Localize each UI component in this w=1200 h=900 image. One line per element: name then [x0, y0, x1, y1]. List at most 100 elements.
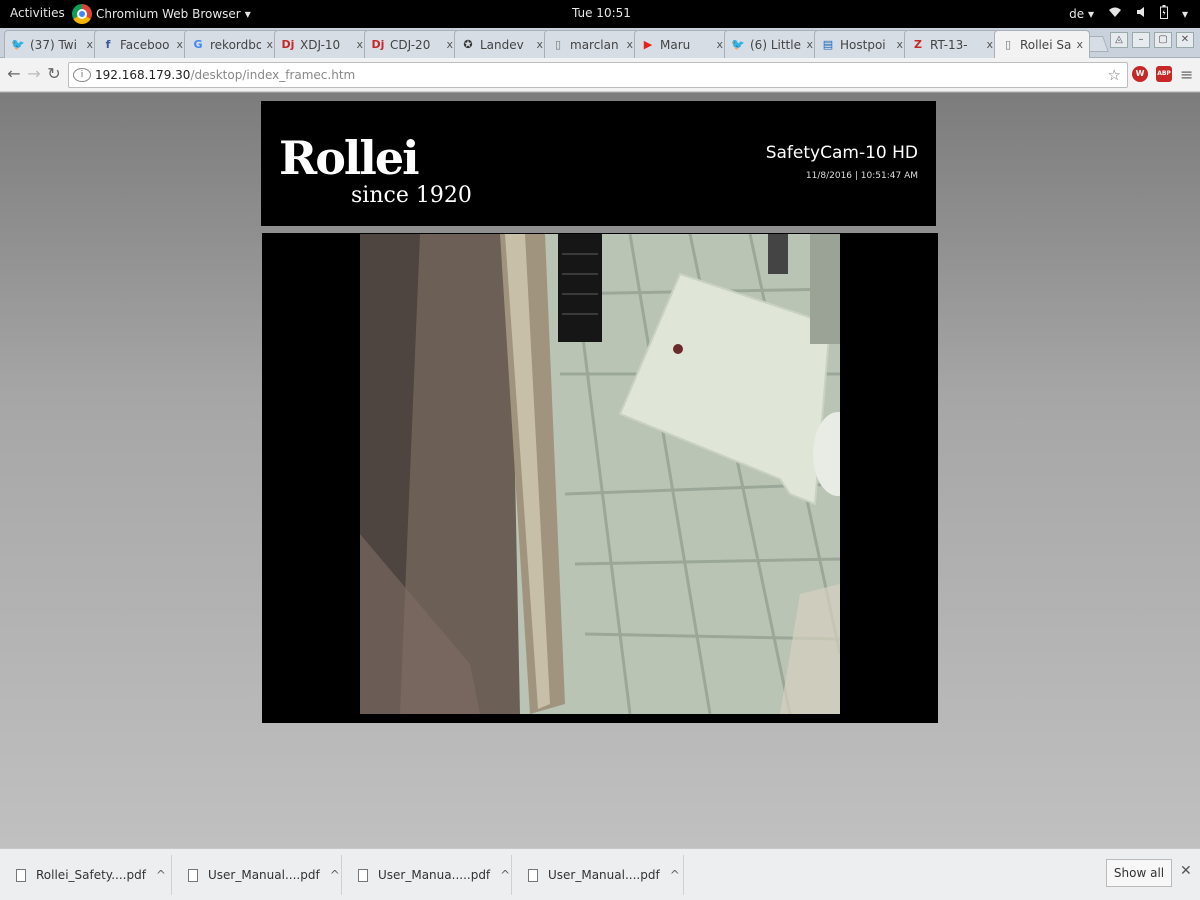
bookmark-star-icon[interactable]: ☆: [1108, 66, 1121, 84]
browser-toolbar: ← → ↻ i 192.168.179.30 /desktop/index_fr…: [0, 58, 1200, 92]
browser-tab[interactable]: Dj CDJ-20 x: [364, 30, 460, 58]
tab-title: Rollei Sa: [1020, 37, 1072, 52]
keyboard-layout-indicator[interactable]: de ▾: [1069, 7, 1094, 21]
tab-title: marclan: [570, 37, 619, 52]
activities-button[interactable]: Activities: [10, 6, 65, 20]
close-tab-icon[interactable]: x: [716, 38, 723, 51]
browser-tab[interactable]: 🐦 (37) Twi x: [4, 30, 100, 58]
browser-tab[interactable]: ▶ Maru x: [634, 30, 730, 58]
battery-icon: [1159, 5, 1168, 22]
browser-tab[interactable]: Grekordbo x: [184, 30, 280, 58]
download-item[interactable]: Rollei_Safety....pdf ^: [0, 855, 172, 895]
minimize-button[interactable]: –: [1132, 32, 1150, 48]
hostpoint-icon: ▤: [822, 38, 834, 51]
back-button[interactable]: ←: [4, 64, 24, 84]
facebook-icon: f: [105, 38, 111, 51]
browser-tab[interactable]: Dj XDJ-10 x: [274, 30, 370, 58]
chrome-menu-icon[interactable]: ≡: [1180, 65, 1193, 84]
tab-title: Maru: [660, 37, 691, 52]
close-tab-icon[interactable]: x: [536, 38, 543, 51]
twitter-icon: 🐦: [11, 38, 25, 51]
show-all-downloads-button[interactable]: Show all: [1106, 859, 1172, 887]
address-bar[interactable]: i 192.168.179.30 /desktop/index_framec.h…: [68, 62, 1128, 88]
close-tab-icon[interactable]: x: [176, 38, 183, 51]
browser-tab[interactable]: ▤ Hostpoi x: [814, 30, 910, 58]
tab-title: rekordbo: [210, 37, 262, 52]
web-of-trust-extension-icon[interactable]: W: [1132, 66, 1148, 82]
page-icon: ▯: [554, 38, 562, 51]
download-item[interactable]: User_Manual....pdf ^: [512, 855, 684, 895]
tab-title: Faceboo: [120, 37, 170, 52]
browser-tab[interactable]: ▯ marclan x: [544, 30, 640, 58]
download-shelf: Rollei_Safety....pdf ^ User_Manual....pd…: [0, 848, 1200, 900]
window-controls: ◬ – ▢ ✕: [1110, 32, 1194, 48]
wifi-icon: [1108, 6, 1122, 21]
pdf-file-icon: [188, 868, 198, 882]
close-tab-icon[interactable]: x: [86, 38, 93, 51]
close-window-button[interactable]: ✕: [1176, 32, 1194, 48]
rollei-logo-tagline: since 1920: [351, 183, 472, 208]
chevron-up-icon[interactable]: ^: [670, 868, 680, 882]
google-icon: G: [193, 38, 203, 51]
download-item[interactable]: User_Manua.....pdf ^: [342, 855, 512, 895]
camera-model: SafetyCam-10 HD: [765, 143, 918, 163]
chevron-down-icon: ▾: [244, 7, 251, 21]
download-item[interactable]: User_Manual....pdf ^: [172, 855, 342, 895]
forward-button[interactable]: →: [24, 64, 44, 84]
camera-timestamp: 11/8/2016 | 10:51:47 AM: [805, 171, 918, 181]
chevron-up-icon[interactable]: ^: [156, 868, 166, 882]
reload-button[interactable]: ↻: [44, 64, 64, 84]
chevron-up-icon[interactable]: ^: [330, 868, 340, 882]
browser-tab[interactable]: Z RT-13- x: [904, 30, 1000, 58]
user-icon[interactable]: ◬: [1110, 32, 1128, 48]
browser-tab[interactable]: ▯ Rollei Sa x: [994, 30, 1090, 58]
close-download-shelf-icon[interactable]: ✕: [1180, 863, 1192, 879]
pdf-file-icon: [358, 868, 368, 882]
tab-title: CDJ-20: [390, 37, 431, 52]
wheel-icon: ✪: [463, 38, 473, 51]
tab-title: Hostpoi: [840, 37, 886, 52]
tab-title: (6) Little: [750, 37, 801, 52]
gnome-top-bar: Activities Chromium Web Browser ▾ Tue 10…: [0, 0, 1200, 28]
twitter-icon: 🐦: [731, 38, 745, 51]
app-menu[interactable]: Chromium Web Browser ▾: [72, 3, 251, 25]
site-info-icon[interactable]: i: [73, 68, 91, 82]
close-tab-icon[interactable]: x: [356, 38, 363, 51]
live-video-stream[interactable]: [360, 234, 840, 714]
close-tab-icon[interactable]: x: [1076, 38, 1083, 51]
tab-strip: 🐦 (37) Twi x f Faceboo x Grekordbo x Dj XDJ-10 x Dj…: [0, 28, 1200, 58]
app-menu-label: Chromium Web Browser: [96, 7, 241, 21]
maximize-button[interactable]: ▢: [1154, 32, 1172, 48]
video-frame: [262, 233, 938, 723]
close-tab-icon[interactable]: x: [266, 38, 273, 51]
tab-title: RT-13-: [930, 37, 968, 52]
close-tab-icon[interactable]: x: [806, 38, 813, 51]
download-filename: User_Manual....pdf: [208, 868, 320, 882]
url-path: /desktop/index_framec.htm: [190, 68, 356, 82]
browser-tab[interactable]: 🐦 (6) Little x: [724, 30, 820, 58]
close-tab-icon[interactable]: x: [626, 38, 633, 51]
power-menu-icon: ▾: [1181, 6, 1188, 21]
tab-title: Landev: [480, 37, 524, 52]
close-tab-icon[interactable]: x: [446, 38, 453, 51]
browser-tab[interactable]: ✪ Landev x: [454, 30, 550, 58]
download-filename: Rollei_Safety....pdf: [36, 868, 146, 882]
browser-tab[interactable]: f Faceboo x: [94, 30, 190, 58]
chevron-up-icon[interactable]: ^: [500, 868, 510, 882]
camera-header: Rollei since 1920 SafetyCam-10 HD 11/8/2…: [261, 101, 936, 226]
close-tab-icon[interactable]: x: [896, 38, 903, 51]
download-filename: User_Manua.....pdf: [378, 868, 491, 882]
tab-title: (37) Twi: [30, 37, 77, 52]
volume-icon: [1136, 6, 1146, 21]
adblock-plus-extension-icon[interactable]: ABP: [1156, 66, 1172, 82]
youtube-icon: ▶: [643, 38, 653, 51]
chromium-logo-icon: [72, 4, 92, 24]
pdf-file-icon: [16, 868, 26, 882]
system-tray[interactable]: de ▾ ▾: [1069, 5, 1188, 22]
close-tab-icon[interactable]: x: [986, 38, 993, 51]
tab-title: XDJ-10: [300, 37, 341, 52]
pdf-z-icon: Z: [914, 38, 922, 51]
page-icon: ▯: [1004, 38, 1012, 51]
clock[interactable]: Tue 10:51: [572, 6, 631, 20]
page-viewport: Rollei since 1920 SafetyCam-10 HD 11/8/2…: [0, 93, 1200, 848]
